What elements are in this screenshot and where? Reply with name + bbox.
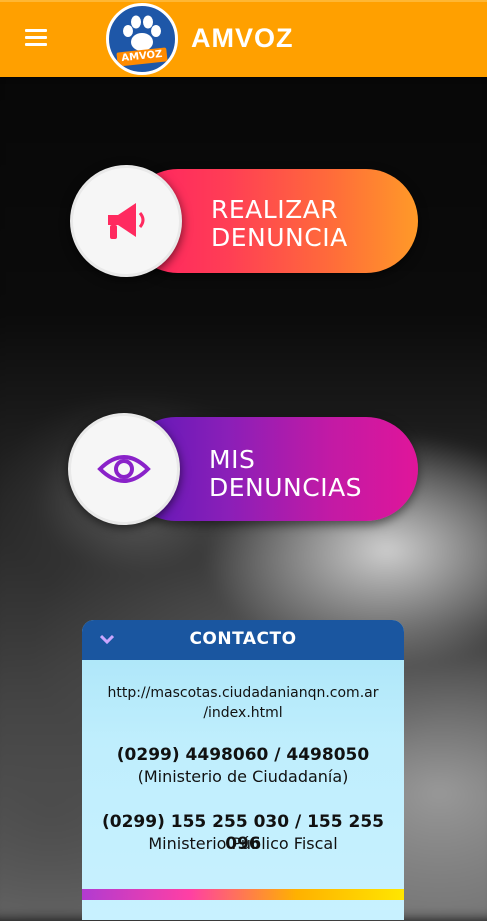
my-reports-button-label: MIS DENUNCIAS bbox=[209, 446, 362, 502]
report-icon-circle bbox=[70, 165, 182, 277]
menu-icon[interactable] bbox=[22, 26, 52, 50]
report-label-line1: REALIZAR bbox=[211, 195, 339, 224]
my-reports-label-line1: MIS bbox=[209, 445, 256, 474]
contact-org-1: (Ministerio de Ciudadanía) bbox=[137, 767, 349, 786]
contact-card: CONTACTO http://mascotas.ciudadanianqn.c… bbox=[82, 620, 404, 920]
status-strip bbox=[0, 0, 487, 2]
contact-url[interactable]: http://mascotas.ciudadanianqn.com.ar /in… bbox=[82, 683, 404, 723]
card-bottom-stripe bbox=[82, 889, 404, 900]
report-button[interactable]: REALIZAR DENUNCIA bbox=[70, 163, 420, 279]
contact-card-header[interactable]: CONTACTO bbox=[82, 620, 404, 660]
eye-icon bbox=[97, 455, 151, 483]
my-reports-icon-circle bbox=[68, 413, 180, 525]
my-reports-label-line2: DENUNCIAS bbox=[209, 473, 363, 502]
app-bar: AMVOZ AMVOZ bbox=[0, 0, 487, 77]
app-title: AMVOZ bbox=[191, 23, 294, 53]
app-logo: AMVOZ bbox=[106, 3, 178, 75]
contact-url-line2: /index.html bbox=[203, 705, 283, 721]
contact-url-line1: http://mascotas.ciudadanianqn.com.ar bbox=[107, 685, 379, 701]
report-label-line2: DENUNCIA bbox=[211, 223, 348, 252]
my-reports-button[interactable]: MIS DENUNCIAS bbox=[68, 411, 420, 527]
contact-org-2: Ministerio Público Fiscal bbox=[148, 834, 338, 853]
contact-title: CONTACTO bbox=[189, 629, 297, 649]
contact-phone-1: (0299) 4498060 / 4498050 bbox=[116, 745, 370, 765]
megaphone-icon bbox=[108, 203, 145, 239]
report-button-label: REALIZAR DENUNCIA bbox=[211, 196, 348, 252]
